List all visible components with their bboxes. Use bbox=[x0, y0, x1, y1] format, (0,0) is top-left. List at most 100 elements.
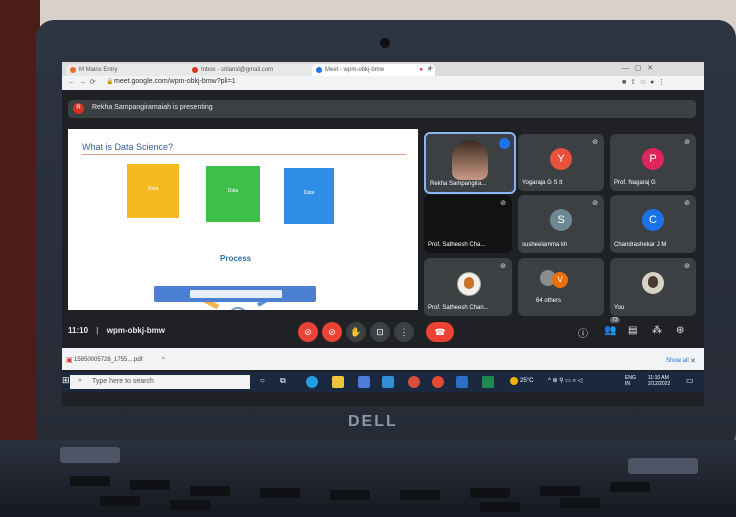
mic-off-icon: ⊘ bbox=[500, 263, 506, 270]
tab-label: Meet - wpm-obkj-bmw bbox=[325, 67, 385, 73]
word-icon[interactable] bbox=[456, 376, 468, 388]
participant-count-badge: 73 bbox=[610, 317, 620, 323]
tab-favicon-icon bbox=[70, 67, 76, 73]
avatar: C bbox=[642, 209, 664, 231]
avatar-photo bbox=[457, 272, 481, 296]
speaking-indicator-icon bbox=[499, 138, 510, 149]
laptop-hinge-right bbox=[628, 458, 698, 474]
chat-icon[interactable]: ▤ bbox=[628, 325, 637, 336]
avatar-photo bbox=[642, 272, 664, 294]
participant-name: Prof. Satheesh Cha... bbox=[428, 242, 486, 248]
meeting-code: wpm-obkj-bmw bbox=[106, 326, 165, 335]
activities-icon[interactable]: ⁂ bbox=[652, 325, 662, 336]
more-options-button[interactable]: ⋮ bbox=[394, 322, 414, 342]
tab-label: M Mains Entry bbox=[79, 67, 118, 73]
show-all-button[interactable]: Show all bbox=[666, 358, 689, 364]
participant-name: 64 others bbox=[536, 298, 562, 304]
mic-off-icon: ⊘ bbox=[500, 200, 506, 207]
presenting-text: Rekha Sampangiramaiah is presenting bbox=[92, 104, 213, 111]
search-icon: ⌕ bbox=[78, 377, 82, 384]
new-tab-button[interactable]: + bbox=[428, 63, 433, 73]
task-view-icon[interactable]: ⧉ bbox=[280, 376, 286, 386]
download-item[interactable]: 15850005728_1755....pdf bbox=[74, 357, 142, 363]
participant-tile[interactable]: ⊘ S susheelamma kh bbox=[518, 195, 604, 253]
webcam bbox=[380, 38, 390, 48]
participant-tile[interactable]: ⊘ C Chandrashekar J M bbox=[610, 195, 696, 253]
weather-icon bbox=[510, 377, 518, 385]
separator: | bbox=[96, 326, 99, 335]
chevron-up-icon[interactable]: ^ bbox=[162, 357, 165, 363]
host-controls-icon[interactable]: ⊛ bbox=[676, 325, 684, 336]
participant-name: susheelamma kh bbox=[522, 242, 568, 248]
notification-icon[interactable]: ▭ bbox=[686, 376, 694, 385]
lock-icon: 🔒 bbox=[106, 79, 114, 85]
participant-name: You bbox=[614, 305, 625, 311]
leave-call-button[interactable]: ☎ bbox=[426, 322, 454, 342]
avatar: Y bbox=[550, 147, 572, 170]
mic-off-icon: ⊘ bbox=[684, 139, 690, 146]
search-placeholder: Type here to search bbox=[92, 378, 154, 385]
slide-process-label: Process bbox=[220, 254, 252, 263]
tab-label: Inbox - srilansl@gmail.com bbox=[201, 67, 274, 73]
mic-off-icon: ⊘ bbox=[684, 263, 690, 270]
participant-tile-others[interactable]: V 64 others bbox=[518, 258, 604, 316]
participant-name: Rekha Sampangira... bbox=[430, 181, 487, 187]
download-bar bbox=[62, 348, 704, 370]
meeting-info: 11:10 | wpm-obkj-bmw bbox=[68, 326, 165, 335]
presenter-avatar: R bbox=[73, 103, 84, 114]
file-explorer-icon[interactable] bbox=[332, 376, 344, 388]
mic-off-icon: ⊘ bbox=[592, 139, 598, 146]
avatar: V bbox=[552, 272, 568, 288]
camera-off-button[interactable]: ⊘ bbox=[322, 322, 342, 342]
pdf-icon: ▣ bbox=[66, 357, 73, 364]
browser-tab-1[interactable]: M Mains Entry ✕ bbox=[66, 64, 197, 76]
slide-arrows bbox=[181, 286, 287, 310]
laptop-hinge-left bbox=[60, 447, 120, 463]
store-icon[interactable] bbox=[358, 376, 370, 388]
slide-screenshot-inner bbox=[190, 290, 282, 298]
excel-icon[interactable] bbox=[482, 376, 494, 388]
system-tray-icons[interactable]: ^ ⊕ ⚲ ▭ ⌕ ◁ bbox=[548, 377, 582, 385]
participant-tile-presenter[interactable]: Rekha Sampangira... bbox=[424, 132, 516, 194]
people-icon[interactable]: 👥 bbox=[604, 325, 616, 336]
windows-start-icon[interactable]: ⊞ bbox=[62, 375, 70, 386]
laptop-screen: M Mains Entry ✕ Inbox - srilansl@gmail.c… bbox=[62, 62, 704, 406]
meet-icon bbox=[316, 67, 322, 73]
brand-logo: DELL bbox=[348, 413, 398, 430]
close-icon[interactable]: ✕ bbox=[690, 357, 696, 365]
participant-tile[interactable]: ⊘ P Prof. Nagaraj G bbox=[610, 134, 696, 191]
participant-tile[interactable]: ⊘ Prof. Satheesh Chan... bbox=[424, 258, 512, 316]
present-button[interactable]: ⊡ bbox=[370, 322, 390, 342]
participant-tile[interactable]: ⊘ Y Yogaraja G S It bbox=[518, 134, 604, 191]
participant-name: Prof. Satheesh Chan... bbox=[428, 305, 489, 311]
participant-name: Chandrashekar J M bbox=[614, 242, 667, 248]
participant-name: Prof. Nagaraj G bbox=[614, 180, 656, 186]
mic-off-icon: ⊘ bbox=[592, 200, 598, 207]
meeting-time: 11:10 bbox=[68, 326, 89, 335]
participant-video bbox=[452, 140, 488, 180]
mic-off-icon: ⊘ bbox=[684, 200, 690, 207]
raise-hand-button[interactable]: ✋ bbox=[346, 322, 366, 342]
edge-icon[interactable] bbox=[306, 376, 318, 388]
app-icon[interactable] bbox=[432, 376, 444, 388]
recording-dot-icon: ● bbox=[419, 67, 423, 73]
avatar: S bbox=[550, 209, 572, 231]
mic-off-button[interactable]: ⊘ bbox=[298, 322, 318, 342]
participant-name: Yogaraja G S It bbox=[522, 180, 563, 186]
chrome-icon[interactable] bbox=[408, 376, 420, 388]
participant-tile-self[interactable]: ⊘ You bbox=[610, 258, 696, 316]
weather-temperature[interactable]: 25°C bbox=[520, 378, 533, 384]
clock[interactable]: 11:10 AM 2/12/2022 bbox=[648, 375, 670, 387]
browser-toolbar-icons[interactable]: ■ ⇪ ☆ ● ⋮ bbox=[622, 78, 665, 86]
participant-tile[interactable]: ⊘ Prof. Satheesh Cha... bbox=[424, 195, 512, 253]
cortana-icon[interactable]: ○ bbox=[260, 376, 265, 385]
nav-buttons[interactable]: ← → ⟳ bbox=[68, 78, 96, 86]
browser-tab-2[interactable]: Inbox - srilansl@gmail.com ✕ bbox=[188, 64, 321, 76]
language-indicator[interactable]: ENG IN bbox=[625, 375, 636, 387]
browser-tab-3-active[interactable]: Meet - wpm-obkj-bmw ● ✕ bbox=[312, 64, 435, 76]
url-text[interactable]: meet.google.com/wpm-obkj-bmw?pli=1 bbox=[114, 78, 236, 85]
mail-icon[interactable] bbox=[382, 376, 394, 388]
window-controls[interactable]: — ▢ ✕ bbox=[622, 64, 653, 72]
avatar: P bbox=[642, 147, 664, 170]
info-icon[interactable]: ⓘ bbox=[578, 325, 588, 340]
